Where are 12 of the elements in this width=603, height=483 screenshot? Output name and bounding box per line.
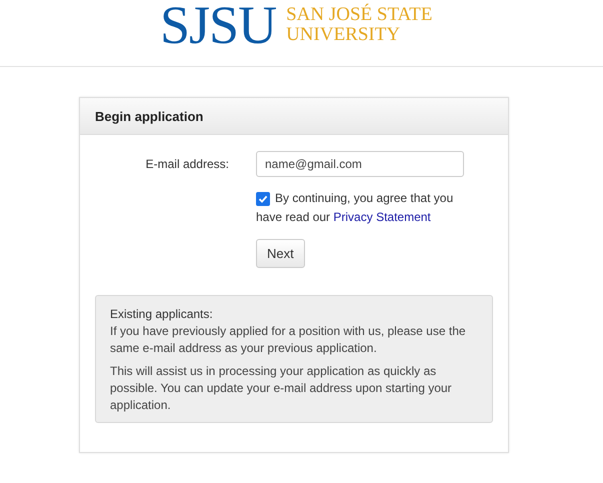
info-title: Existing applicants:: [110, 306, 214, 323]
next-button[interactable]: Next: [256, 239, 305, 268]
field-label: E-mail address:: [144, 157, 229, 171]
logo-wordmark: SJSU: [160, 3, 276, 47]
privacy-link[interactable]: Privacy Statement: [333, 210, 431, 224]
info-text: If you have previously applied for a position with us, please use the same e-mail address as your previous application.: [110, 323, 467, 357]
card-title: Begin application: [95, 108, 204, 124]
consent-text: By continuing, you agree that you have read our Privacy Statement: [256, 190, 454, 226]
checkbox[interactable]: [256, 192, 270, 206]
university-name: SAN JOSÉ STATE UNIVERSITY: [286, 5, 432, 45]
email-field[interactable]: name@gmail.com: [256, 151, 464, 177]
info-text: This will assist us in processing your application as quickly as possible. You can update your e-mail address upon starting your application.: [110, 363, 453, 414]
